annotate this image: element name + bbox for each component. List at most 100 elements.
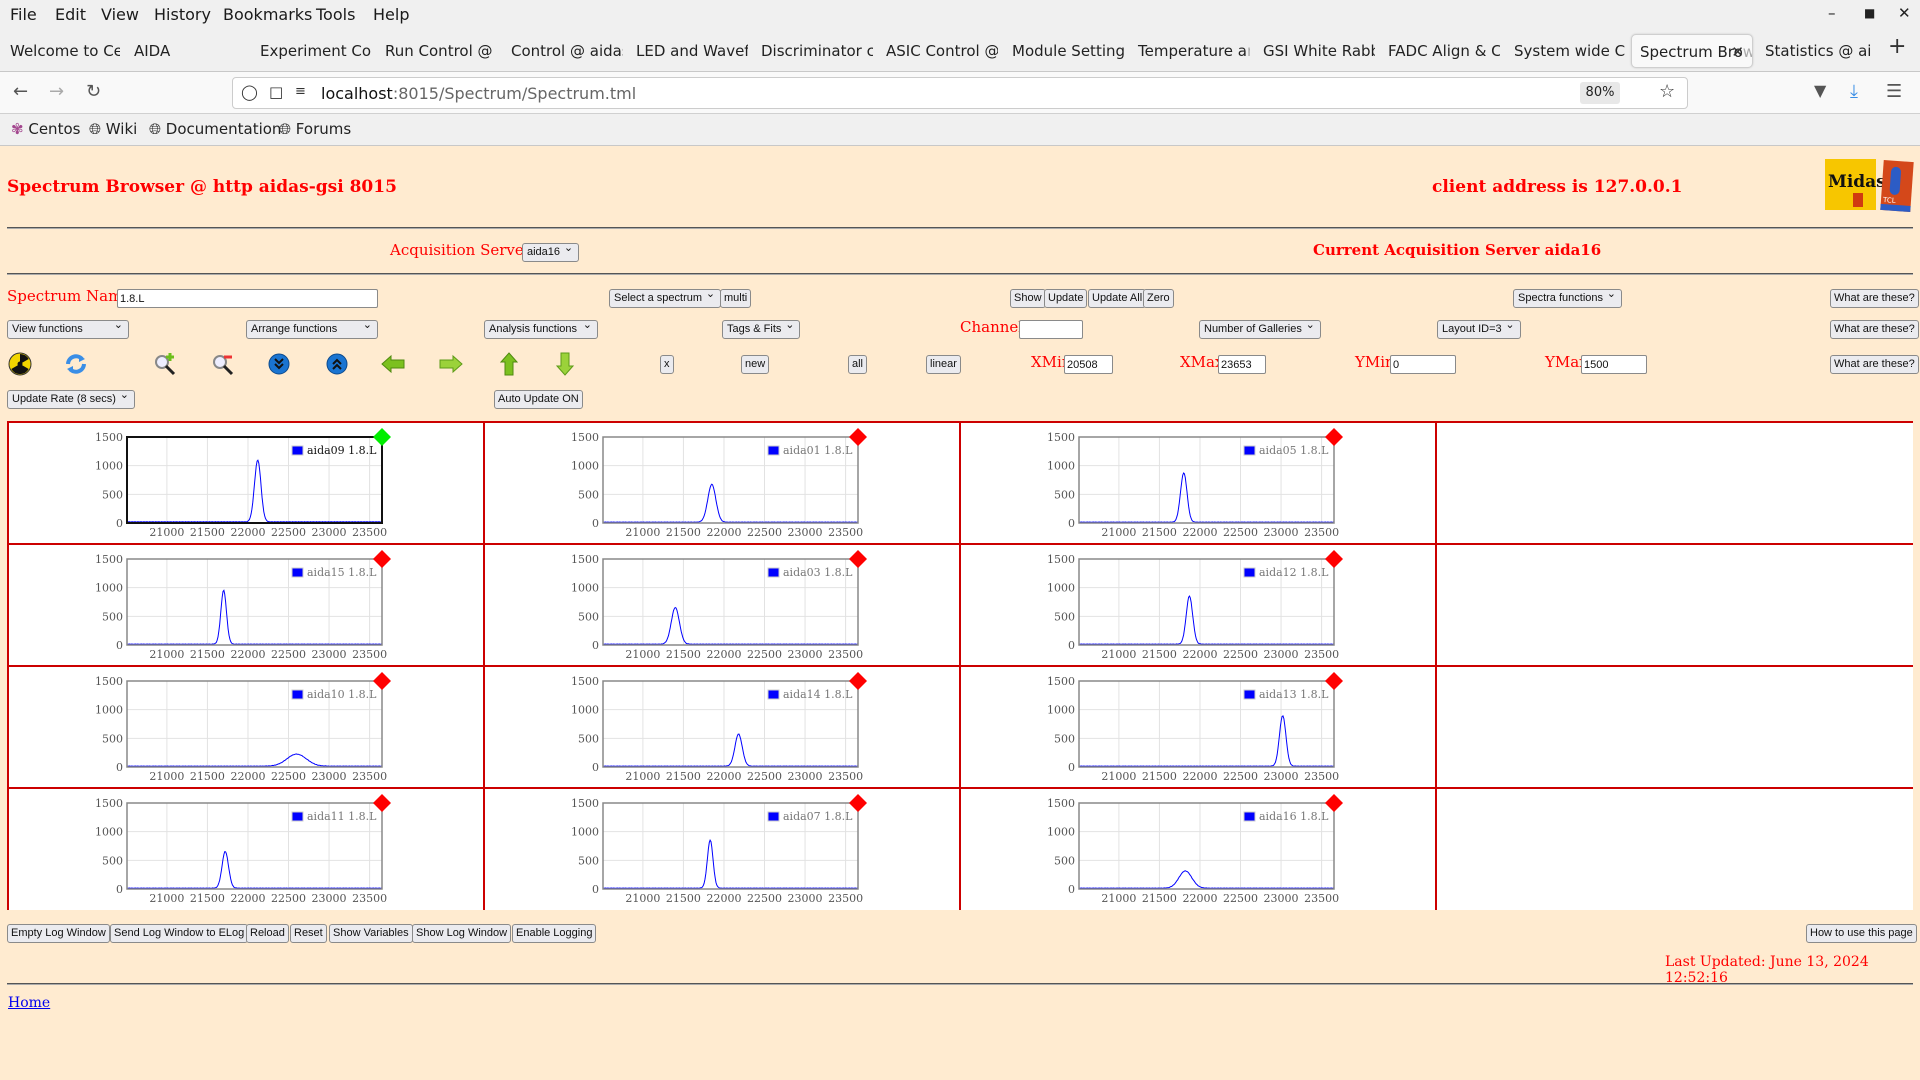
bookmark-centos[interactable]: ✾ Centos xyxy=(11,120,80,138)
permissions-icon[interactable]: ≡ xyxy=(295,84,306,99)
x-button[interactable]: x xyxy=(660,355,674,374)
show-log-window-button[interactable]: Show Log Window xyxy=(412,924,512,943)
spectrum-chart[interactable]: 21000 21500 22000 22500 23000 23500 0 500 1000 15… xyxy=(961,423,1437,545)
auto-update-button[interactable]: Auto Update ON xyxy=(494,390,583,409)
send-log-to-elog-button[interactable]: Send Log Window to ELog xyxy=(110,924,249,943)
menu-bookmarks[interactable]: Bookmarks xyxy=(223,5,312,24)
spectra-functions-dropdown[interactable]: Spectra functions xyxy=(1513,286,1622,308)
new-tab-icon[interactable]: + xyxy=(1888,34,1906,59)
spectrum-chart[interactable]: 21000 21500 22000 22500 23000 23500 0 500 1000 15… xyxy=(961,545,1437,667)
layout-id-dropdown[interactable]: Layout ID=3 xyxy=(1437,317,1521,339)
scale-up-icon[interactable] xyxy=(324,351,350,377)
reset-button[interactable]: Reset xyxy=(290,924,327,943)
spectrum-chart[interactable]: 21000 21500 22000 22500 23000 23500 0 500 1000 15… xyxy=(485,545,961,667)
gallery-cell[interactable]: 21000 21500 22000 22500 23000 23500 0 500 1000 15… xyxy=(9,667,485,789)
acq-server-select[interactable]: aida16 xyxy=(522,240,580,262)
spectrum-chart[interactable]: 21000 21500 22000 22500 23000 23500 0 500 1000 15… xyxy=(961,667,1437,789)
what-are-these-button-2[interactable]: What are these? xyxy=(1830,320,1919,339)
update-all-button[interactable]: Update All xyxy=(1088,289,1147,308)
spectrum-chart[interactable]: 21000 21500 22000 22500 23000 23500 0 500 1000 15… xyxy=(961,789,1437,911)
tab-system-wide[interactable]: System wide Ch xyxy=(1506,34,1626,68)
spectrum-chart[interactable]: 21000 21500 22000 22500 23000 23500 0 500 1000 15… xyxy=(485,667,961,789)
url-text[interactable]: localhost:8015/Spectrum/Spectrum.tml xyxy=(321,84,636,103)
tab-asic-control[interactable]: ASIC Control @ xyxy=(878,34,998,68)
forward-icon[interactable]: → xyxy=(49,81,64,102)
menu-view[interactable]: View xyxy=(101,5,139,24)
new-button[interactable]: new xyxy=(741,355,770,374)
show-button[interactable]: Show xyxy=(1010,289,1046,308)
zoom-out-icon[interactable] xyxy=(210,351,236,377)
gallery-cell[interactable]: 21000 21500 22000 22500 23000 23500 0 500 1000 15… xyxy=(485,423,961,545)
ymin-input[interactable] xyxy=(1390,355,1456,374)
gallery-cell[interactable]: 21000 21500 22000 22500 23000 23500 0 500 1000 15… xyxy=(961,423,1437,545)
spectrum-chart[interactable]: 21000 21500 22000 22500 23000 23500 0 500 1000 15… xyxy=(485,789,961,911)
xmin-input[interactable] xyxy=(1064,355,1113,374)
linear-button[interactable]: linear xyxy=(926,355,961,374)
analysis-functions-dropdown[interactable]: Analysis functions xyxy=(484,317,598,339)
reload-button[interactable]: Reload xyxy=(246,924,289,943)
refresh-icon[interactable] xyxy=(63,351,89,377)
gallery-cell[interactable]: 21000 21500 22000 22500 23000 23500 0 500 1000 15… xyxy=(485,545,961,667)
close-window-icon[interactable]: ✕ xyxy=(1898,4,1911,22)
gallery-cell[interactable]: 21000 21500 22000 22500 23000 23500 0 500 1000 15… xyxy=(485,667,961,789)
tab-module-settings[interactable]: Module Settings xyxy=(1004,34,1124,68)
gallery-cell[interactable]: 21000 21500 22000 22500 23000 23500 0 500 1000 15… xyxy=(961,789,1437,910)
minimize-icon[interactable]: – xyxy=(1828,4,1836,22)
spectrum-chart[interactable]: 21000 21500 22000 22500 23000 23500 0 500 1000 15… xyxy=(9,667,485,789)
all-button[interactable]: all xyxy=(848,355,868,374)
reload-icon[interactable]: ↻ xyxy=(86,81,101,102)
bookmark-documentation[interactable]: 🌐︎ Documentation xyxy=(149,120,281,138)
gallery-cell[interactable]: 21000 21500 22000 22500 23000 23500 0 500 1000 15… xyxy=(961,545,1437,667)
tab-statistics[interactable]: Statistics @ ai xyxy=(1757,34,1877,68)
home-link[interactable]: Home xyxy=(8,995,50,1011)
bookmark-star-icon[interactable]: ☆ xyxy=(1659,81,1675,102)
app-menu-icon[interactable]: ☰ xyxy=(1886,81,1902,102)
tab-aida[interactable]: AIDA xyxy=(126,34,246,68)
update-button[interactable]: Update xyxy=(1044,289,1088,308)
enable-logging-button[interactable]: Enable Logging xyxy=(512,924,597,943)
back-icon[interactable]: ← xyxy=(13,81,28,102)
bookmark-forums[interactable]: 🌐︎ Forums xyxy=(279,120,351,138)
select-spectrum-dropdown[interactable]: Select a spectrum xyxy=(609,286,722,308)
spectrum-chart[interactable]: 21000 21500 22000 22500 23000 23500 0 500 1000 15… xyxy=(9,789,485,911)
scale-down-icon[interactable] xyxy=(266,351,292,377)
tab-welcome[interactable]: Welcome to Cer xyxy=(2,34,120,68)
spectrum-chart[interactable]: 21000 21500 22000 22500 23000 23500 0 500 1000 15… xyxy=(9,545,485,667)
gallery-cell[interactable]: 21000 21500 22000 22500 23000 23500 0 500 1000 15… xyxy=(9,423,485,545)
arrange-functions-dropdown[interactable]: Arrange functions xyxy=(246,317,378,339)
tab-control[interactable]: Control @ aidas- xyxy=(503,34,623,68)
pocket-icon[interactable]: ▼ xyxy=(1814,81,1826,100)
bookmark-wiki[interactable]: 🌐︎ Wiki xyxy=(89,120,137,138)
what-are-these-button-3[interactable]: What are these? xyxy=(1830,355,1919,374)
update-rate-dropdown[interactable]: Update Rate (8 secs) xyxy=(7,387,135,409)
empty-log-window-button[interactable]: Empty Log Window xyxy=(7,924,110,943)
xmax-input[interactable] xyxy=(1218,355,1266,374)
close-tab-icon[interactable]: ✕ xyxy=(1731,35,1744,67)
gallery-cell[interactable]: 21000 21500 22000 22500 23000 23500 0 500 1000 15… xyxy=(9,545,485,667)
url-bar[interactable]: ◯ □ ≡ localhost:8015/Spectrum/Spectrum.t… xyxy=(232,77,1688,109)
gallery-cell[interactable]: 21000 21500 22000 22500 23000 23500 0 500 1000 15… xyxy=(961,667,1437,789)
channel-input[interactable] xyxy=(1019,320,1083,339)
tags-fits-dropdown[interactable]: Tags & Fits xyxy=(722,317,801,339)
tab-discriminator[interactable]: Discriminator co xyxy=(753,34,873,68)
zero-button[interactable]: Zero xyxy=(1143,289,1174,308)
number-of-galleries-dropdown[interactable]: Number of Galleries xyxy=(1199,317,1321,339)
arrow-right-icon[interactable] xyxy=(438,351,464,377)
view-functions-dropdown[interactable]: View functions xyxy=(7,317,129,339)
zoom-level[interactable]: 80% xyxy=(1580,82,1620,104)
tab-led-waveform[interactable]: LED and Wavefo xyxy=(628,34,748,68)
spectrum-chart[interactable]: 21000 21500 22000 22500 23000 23500 0 500 1000 15… xyxy=(9,423,485,545)
radiation-clear-icon[interactable] xyxy=(7,351,33,377)
ymax-input[interactable] xyxy=(1581,355,1647,374)
tab-spectrum-browser[interactable]: Spectrum Brow✕ xyxy=(1631,34,1753,68)
menu-file[interactable]: File xyxy=(10,5,37,24)
how-to-use-button[interactable]: How to use this page xyxy=(1806,924,1917,943)
zoom-in-icon[interactable] xyxy=(152,351,178,377)
tab-white-rabbit[interactable]: GSI White Rabbi xyxy=(1255,34,1375,68)
menu-edit[interactable]: Edit xyxy=(55,5,86,24)
spectrum-chart[interactable]: 21000 21500 22000 22500 23000 23500 0 500 1000 15… xyxy=(485,423,961,545)
spectrum-name-input[interactable] xyxy=(117,289,378,308)
arrow-down-icon[interactable] xyxy=(552,351,578,377)
tab-run-control[interactable]: Run Control @ a xyxy=(377,34,497,68)
menu-history[interactable]: History xyxy=(154,5,211,24)
